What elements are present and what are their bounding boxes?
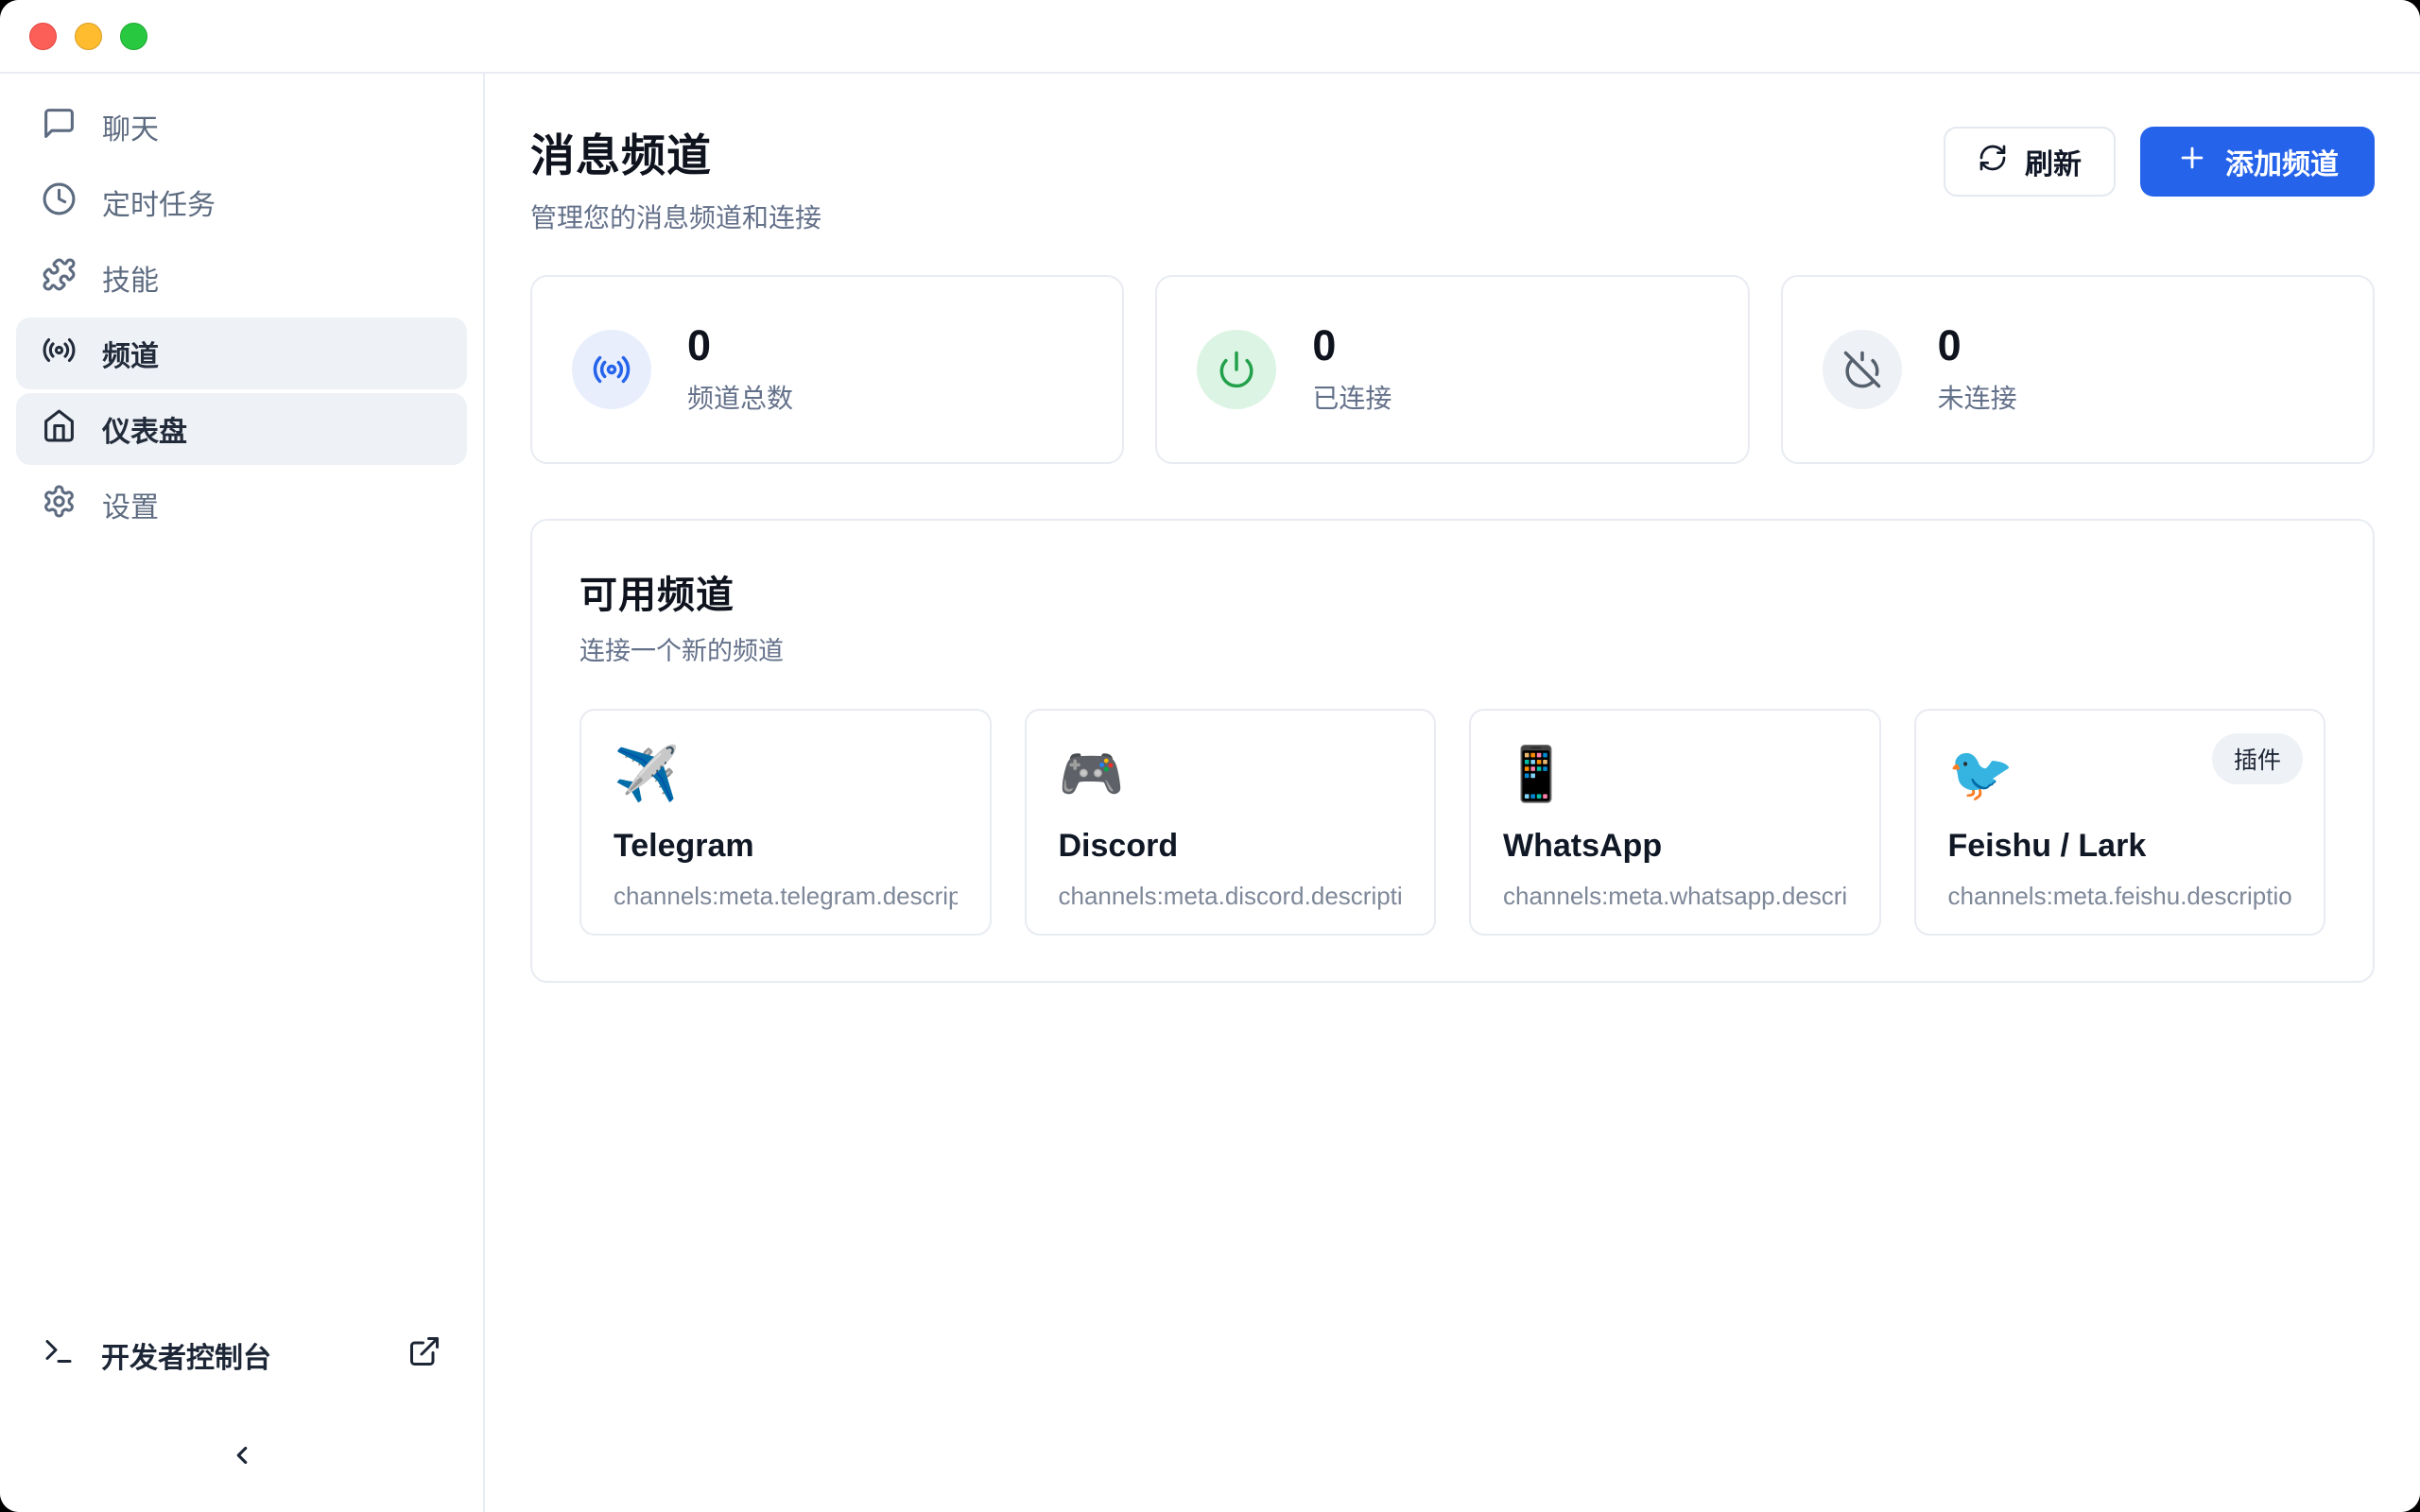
power-off-icon xyxy=(1823,330,1902,409)
refresh-icon xyxy=(1978,143,2008,180)
stat-card-disconnected: 0 未连接 xyxy=(1781,275,2375,464)
sidebar-item-label: 定时任务 xyxy=(102,181,216,223)
sidebar-item-label: 技能 xyxy=(102,257,159,299)
app-body: 聊天 定时任务 技能 频道 xyxy=(0,74,2420,1512)
sidebar-item-settings[interactable]: 设置 xyxy=(16,469,467,541)
minimize-button[interactable] xyxy=(75,23,102,50)
stats-row: 0 频道总数 0 已连接 xyxy=(530,275,2375,464)
mobile-phone-emoji-icon: 📱 xyxy=(1503,745,1847,803)
stat-text: 0 频道总数 xyxy=(687,324,793,416)
close-button[interactable] xyxy=(29,23,57,50)
airplane-emoji-icon: ✈️ xyxy=(614,745,958,803)
developer-console-label: 开发者控制台 xyxy=(101,1334,382,1376)
sidebar-item-chat[interactable]: 聊天 xyxy=(16,91,467,163)
zoom-button[interactable] xyxy=(120,23,147,50)
app-window: 聊天 定时任务 技能 频道 xyxy=(0,0,2420,1512)
traffic-lights xyxy=(29,23,147,50)
add-channel-button[interactable]: 添加频道 xyxy=(2140,127,2375,197)
stat-card-connected: 0 已连接 xyxy=(1155,275,1749,464)
sidebar-item-label: 仪表盘 xyxy=(102,408,187,450)
channel-card-telegram[interactable]: ✈️ Telegram channels:meta.telegram.descr… xyxy=(579,709,992,936)
chat-bubble-icon xyxy=(42,106,77,148)
gear-icon xyxy=(42,484,77,526)
channel-name: Discord xyxy=(1059,828,1403,865)
sidebar-item-label: 聊天 xyxy=(102,106,159,147)
plugin-badge: 插件 xyxy=(2212,733,2303,784)
gamepad-emoji-icon: 🎮 xyxy=(1059,745,1403,803)
stat-label: 频道总数 xyxy=(687,378,793,416)
sidebar: 聊天 定时任务 技能 频道 xyxy=(0,74,485,1512)
collapse-sidebar-button[interactable] xyxy=(216,1431,268,1484)
channel-description: channels:meta.telegram.description xyxy=(614,882,958,911)
channel-name: WhatsApp xyxy=(1503,828,1847,865)
section-subtitle: 连接一个新的频道 xyxy=(579,630,2325,667)
clock-icon xyxy=(42,181,77,224)
stat-label: 未连接 xyxy=(1938,378,2017,416)
channel-grid: ✈️ Telegram channels:meta.telegram.descr… xyxy=(579,709,2325,936)
page-header-text: 消息频道 管理您的消息频道和连接 xyxy=(530,119,821,235)
puzzle-icon xyxy=(42,257,77,300)
broadcast-icon xyxy=(572,330,651,409)
channel-card-feishu-lark[interactable]: 插件 🐦 Feishu / Lark channels:meta.feishu.… xyxy=(1914,709,2326,936)
channel-name: Feishu / Lark xyxy=(1948,828,2292,865)
sidebar-item-channels[interactable]: 频道 xyxy=(16,318,467,389)
sidebar-collapse-row xyxy=(16,1431,467,1484)
section-title: 可用频道 xyxy=(579,564,2325,619)
stat-card-total-channels: 0 频道总数 xyxy=(530,275,1124,464)
page-subtitle: 管理您的消息频道和连接 xyxy=(530,198,821,235)
page-title: 消息频道 xyxy=(530,119,821,184)
power-icon xyxy=(1197,330,1276,409)
external-link-icon[interactable] xyxy=(407,1334,441,1376)
channel-description: channels:meta.whatsapp.description xyxy=(1503,882,1847,911)
sidebar-item-skills[interactable]: 技能 xyxy=(16,242,467,314)
sidebar-item-label: 设置 xyxy=(102,484,159,525)
home-icon xyxy=(42,408,77,451)
sidebar-spacer xyxy=(16,544,467,1327)
channel-name: Telegram xyxy=(614,828,958,865)
sidebar-item-scheduled-tasks[interactable]: 定时任务 xyxy=(16,166,467,238)
titlebar xyxy=(0,0,2420,74)
broadcast-icon xyxy=(42,333,77,375)
refresh-button[interactable]: 刷新 xyxy=(1944,127,2116,197)
main-content: 消息频道 管理您的消息频道和连接 刷新 添加频道 xyxy=(485,74,2420,1512)
stat-text: 0 未连接 xyxy=(1938,324,2017,416)
plus-icon xyxy=(2176,142,2208,181)
available-channels-section: 可用频道 连接一个新的频道 ✈️ Telegram channels:meta.… xyxy=(530,519,2375,983)
refresh-button-label: 刷新 xyxy=(2025,141,2082,182)
add-channel-button-label: 添加频道 xyxy=(2225,141,2339,182)
stat-value: 0 xyxy=(687,324,793,367)
stat-label: 已连接 xyxy=(1312,378,1392,416)
channel-card-discord[interactable]: 🎮 Discord channels:meta.discord.descript… xyxy=(1025,709,1437,936)
channel-description: channels:meta.feishu.description xyxy=(1948,882,2292,911)
sidebar-item-dashboard[interactable]: 仪表盘 xyxy=(16,393,467,465)
stat-value: 0 xyxy=(1938,324,2017,367)
sidebar-item-label: 频道 xyxy=(102,333,159,374)
channel-description: channels:meta.discord.description xyxy=(1059,882,1403,911)
stat-value: 0 xyxy=(1312,324,1392,367)
terminal-icon xyxy=(42,1334,76,1376)
channel-card-whatsapp[interactable]: 📱 WhatsApp channels:meta.whatsapp.descri… xyxy=(1469,709,1881,936)
developer-console-link[interactable]: 开发者控制台 xyxy=(16,1327,467,1383)
header-actions: 刷新 添加频道 xyxy=(1944,127,2375,197)
chevron-left-icon xyxy=(228,1441,256,1474)
page-header: 消息频道 管理您的消息频道和连接 刷新 添加频道 xyxy=(530,119,2375,235)
stat-text: 0 已连接 xyxy=(1312,324,1392,416)
